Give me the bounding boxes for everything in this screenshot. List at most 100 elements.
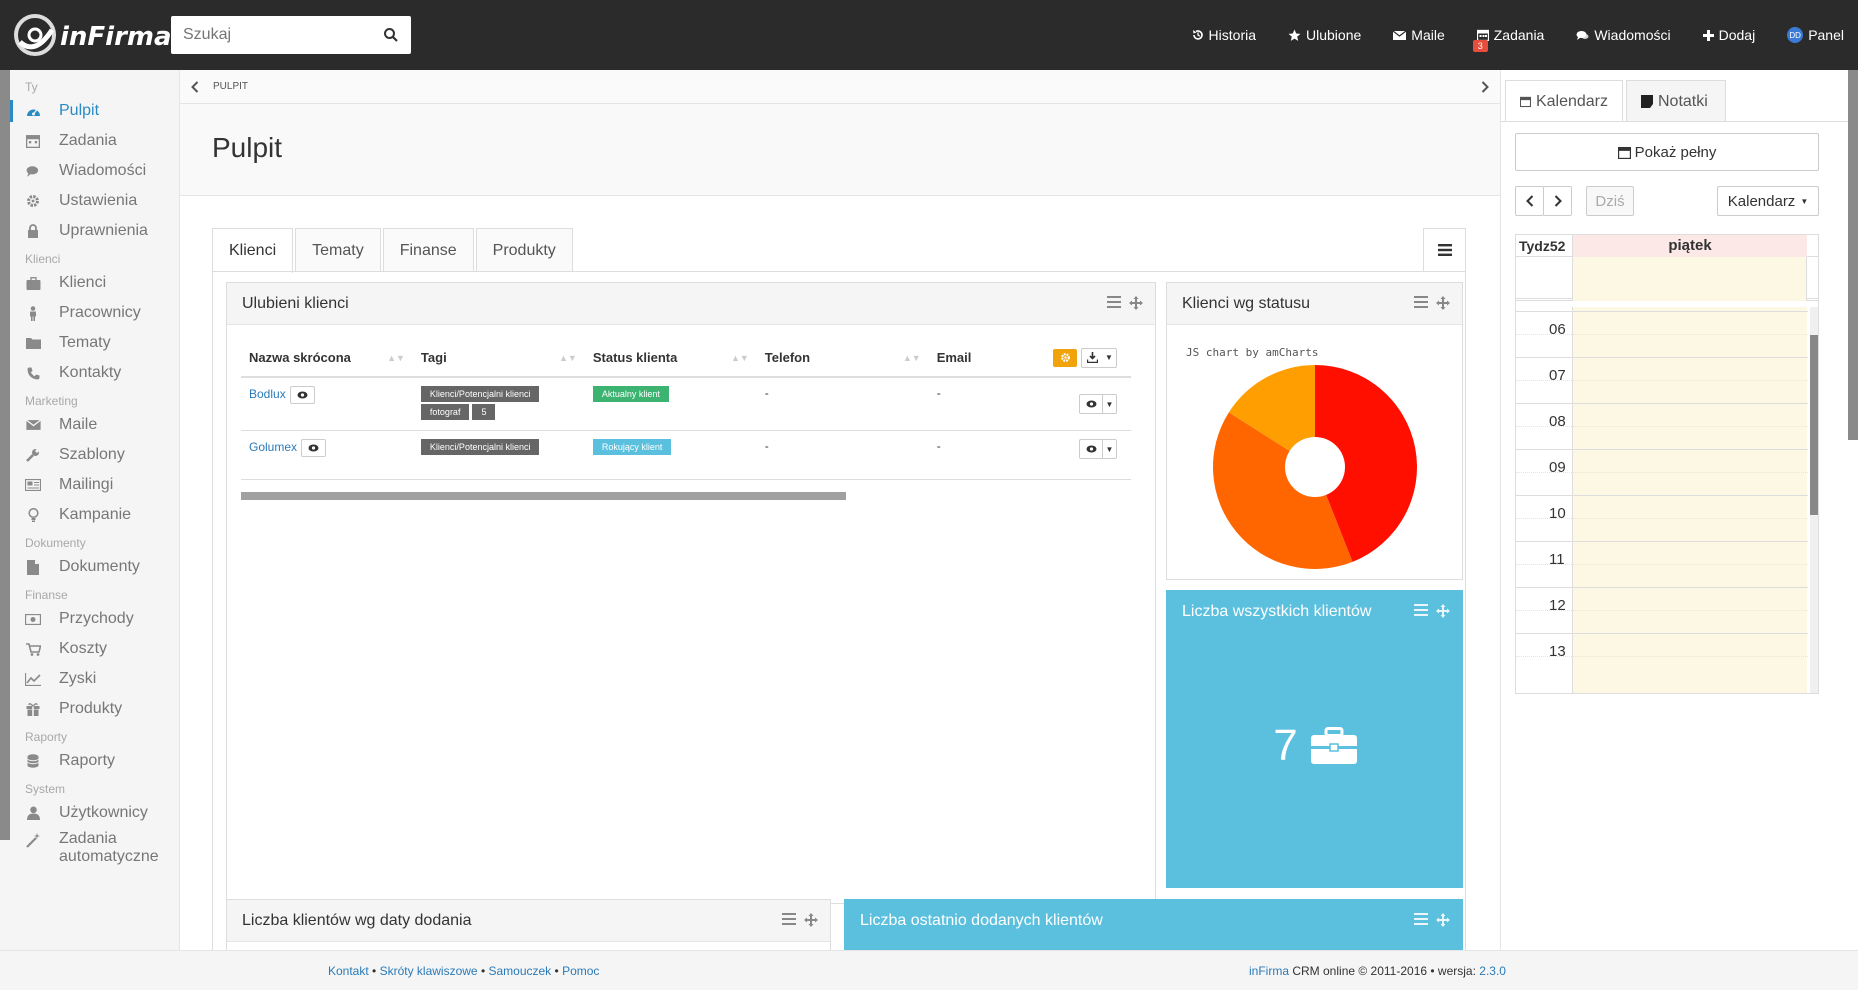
tag[interactable]: Klienci/Potencjalni klienci [420,386,540,402]
sidebar-item-szablony[interactable]: Szablony [0,440,179,470]
sidebar-group-title: Ty [25,80,38,94]
sidebar-item-koszty[interactable]: Koszty [0,634,179,664]
column-header-tags[interactable]: Tagi ▲▼ [412,339,585,378]
tag[interactable]: Klienci/Potencjalni klienci [420,439,540,455]
export-button[interactable]: ▼ [1081,347,1117,368]
column-header-status[interactable]: Status klienta ▲▼ [584,339,757,378]
move-icon[interactable] [1436,913,1450,927]
panel-menu-icon[interactable] [1414,913,1428,925]
column-header-name[interactable]: Nazwa skrócona ▲▼ [241,339,413,378]
nav-zadania[interactable]: Zadania 3 [1461,0,1561,70]
nav-panel[interactable]: DD Panel [1771,0,1858,70]
sidebar-item-zadania[interactable]: Zadania [0,126,179,156]
person-icon [25,305,41,321]
column-label: Telefon [764,350,811,365]
search-icon[interactable] [383,27,399,43]
tag[interactable]: 5 [472,404,496,420]
panel-menu-icon[interactable] [782,913,796,925]
sidebar-item-kampanie[interactable]: Kampanie [0,500,179,530]
tab-notatki[interactable]: Notatki [1626,80,1726,122]
tag[interactable]: fotograf [420,404,470,420]
sidebar-item-przychody[interactable]: Przychody [0,604,179,634]
sidebar-item-pracownicy[interactable]: Pracownicy [0,298,179,328]
collapse-right-button[interactable] [1470,70,1500,104]
sidebar-item-ustawienia[interactable]: Ustawienia [0,186,179,216]
sidebar-item-klienci[interactable]: Klienci [0,268,179,298]
column-header-phone[interactable]: Telefon ▲▼ [756,339,929,378]
move-icon[interactable] [804,913,818,927]
sidebar-group-title: Raporty [25,730,68,744]
panel-menu-icon[interactable] [1107,296,1121,308]
search-input[interactable] [171,16,371,54]
sidebar-item-zyski[interactable]: Zyski [0,664,179,694]
column-header-email[interactable]: Email [928,339,1030,378]
nav-historia[interactable]: Historia [1176,0,1272,70]
sidebar-group-title: Dokumenty [25,536,86,550]
sidebar-item-pulpit[interactable]: Pulpit [0,96,179,126]
column-header-actions: ▼ [1029,339,1131,378]
row-actions-button[interactable]: ▼ [1079,439,1117,459]
panel-menu-icon[interactable] [1414,604,1428,616]
tab-menu-button[interactable] [1423,228,1466,272]
sidebar-item-wiadomości[interactable]: Wiadomości [0,156,179,186]
move-icon[interactable] [1436,296,1450,310]
sidebar-item-mailingi[interactable]: Mailingi [0,470,179,500]
panel-title: Klienci wg statusu [1182,294,1311,312]
calendar-scrollbar[interactable] [1810,335,1818,515]
breadcrumb[interactable]: PULPIT [213,81,248,92]
move-icon[interactable] [1129,296,1143,310]
tab-klienci[interactable]: Klienci [212,228,294,273]
version-link[interactable]: 2.3.0 [1479,964,1506,978]
panel-title: Liczba wszystkich klientów [1182,603,1372,620]
calendar-view-dropdown[interactable]: Kalendarz ▼ [1717,186,1819,216]
preview-button[interactable] [289,386,315,404]
sidebar-item-uprawnienia[interactable]: Uprawnienia [0,216,179,246]
table-horizontal-scrollbar[interactable] [241,492,846,500]
calendar-prev-button[interactable] [1515,186,1544,216]
app-logo[interactable]: inFirma [12,10,172,60]
caret-down-icon: ▼ [1102,395,1116,413]
sidebar-item-zadania-automatyczne[interactable]: Zadania automatyczne [0,828,179,868]
gift-icon [25,701,41,717]
collapse-left-button[interactable] [180,70,210,104]
show-full-calendar-button[interactable]: Pokaż pełny [1515,133,1819,171]
sidebar-item-maile[interactable]: Maile [0,410,179,440]
sort-icon: ▲▼ [902,353,921,363]
column-settings-button[interactable] [1053,348,1078,367]
chevron-right-icon [1481,81,1489,93]
preview-button[interactable] [301,439,327,457]
footer-app-link[interactable]: inFirma [1249,964,1289,978]
calendar-next-button[interactable] [1543,186,1572,216]
hour-label: 07 [1549,367,1566,384]
panel-menu-icon[interactable] [1414,296,1428,308]
right-sidebar: Kalendarz Notatki Pokaż pełny Dziś Kalen… [1500,70,1858,950]
tab-finanse[interactable]: Finanse [382,228,474,272]
caret-down-icon: ▼ [1800,196,1809,206]
nav-dodaj[interactable]: Dodaj [1687,0,1772,70]
row-actions-button[interactable]: ▼ [1079,394,1117,414]
nav-wiadomosci[interactable]: Wiadomości [1560,0,1686,70]
sidebar-item-raporty[interactable]: Raporty [0,746,179,776]
all-day-slot[interactable] [1572,257,1807,301]
day-header[interactable]: piątek [1572,235,1807,257]
move-icon[interactable] [1436,604,1450,618]
hour-label: 08 [1549,413,1566,430]
tab-kalendarz[interactable]: Kalendarz [1505,80,1623,122]
tab-produkty[interactable]: Produkty [475,228,573,272]
tab-tematy[interactable]: Tematy [295,228,381,272]
sidebar-item-tematy[interactable]: Tematy [0,328,179,358]
sidebar-item-produkty[interactable]: Produkty [0,694,179,724]
footer-link-kontakt[interactable]: Kontakt [328,964,369,978]
footer-link-shortcuts[interactable]: Skróty klawiszowe [380,964,478,978]
footer-link-help[interactable]: Pomoc [562,964,599,978]
client-link[interactable]: Golumex [249,440,297,454]
calendar-today-button[interactable]: Dziś [1586,186,1634,216]
page-scrollbar[interactable] [1848,70,1858,440]
nav-maile[interactable]: Maile [1377,0,1460,70]
sidebar-item-użytkownicy[interactable]: Użytkownicy [0,798,179,828]
client-link[interactable]: Bodlux [249,387,286,401]
nav-ulubione[interactable]: Ulubione [1272,0,1377,70]
sidebar-item-kontakty[interactable]: Kontakty [0,358,179,388]
footer-link-tutorial[interactable]: Samouczek [488,964,551,978]
sidebar-item-dokumenty[interactable]: Dokumenty [0,552,179,582]
